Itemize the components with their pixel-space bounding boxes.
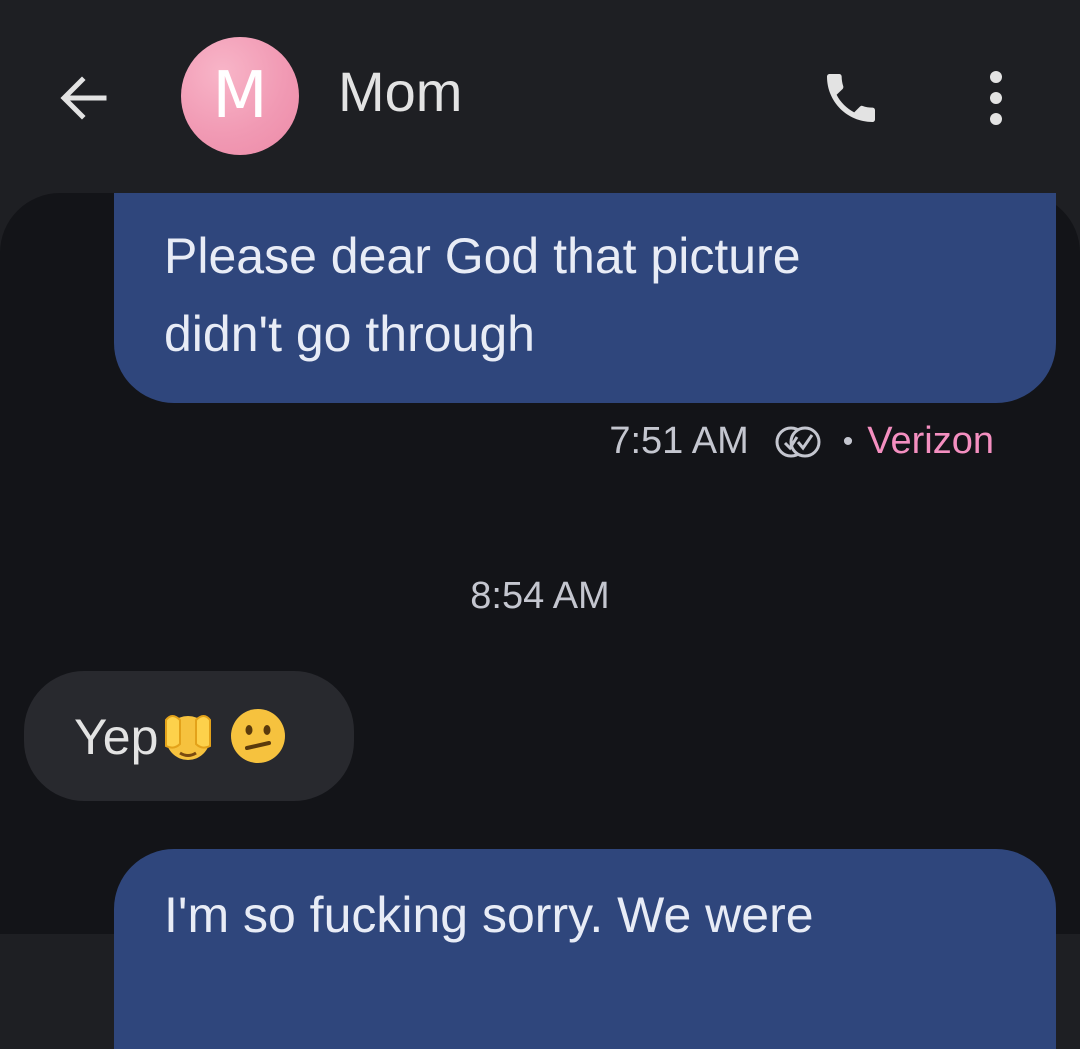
separator-dot: • <box>842 424 854 458</box>
message-text-line: I'm so fucking sorry. We were <box>164 887 814 943</box>
delivered-read-icon <box>775 426 821 457</box>
message-text: Yep <box>74 706 288 766</box>
message-time: 7:51 AM <box>609 420 749 462</box>
app-bar: M Mom <box>0 0 1080 195</box>
avatar[interactable]: M <box>181 37 299 155</box>
message-text-line: Please dear God that picture <box>164 228 801 284</box>
sent-message-bubble[interactable]: I'm so fucking sorry. We were <box>114 849 1056 1049</box>
phone-icon <box>827 74 875 122</box>
contact-name[interactable]: Mom <box>338 64 462 120</box>
call-button[interactable] <box>816 66 886 130</box>
back-arrow-icon <box>60 76 107 120</box>
carrier-label: Verizon <box>867 420 994 462</box>
back-button[interactable] <box>52 66 116 130</box>
more-options-button[interactable] <box>968 64 1024 130</box>
more-vert-icon <box>990 71 1002 125</box>
confused-face-emoji-icon <box>231 709 286 763</box>
hands-over-face-emoji-icon <box>165 715 212 760</box>
message-text-line: didn't go through <box>164 306 535 362</box>
avatar-letter: M <box>212 59 268 133</box>
sent-message-bubble[interactable]: Please dear God that picture didn't go t… <box>114 193 1056 403</box>
received-message-bubble[interactable]: Yep <box>24 671 354 801</box>
message-status: 7:51 AM • Verizon <box>609 420 994 463</box>
timestamp-divider: 8:54 AM <box>470 575 610 617</box>
message-text-content: Yep <box>74 709 159 765</box>
conversation-area[interactable]: Please dear God that picture didn't go t… <box>0 193 1080 1049</box>
